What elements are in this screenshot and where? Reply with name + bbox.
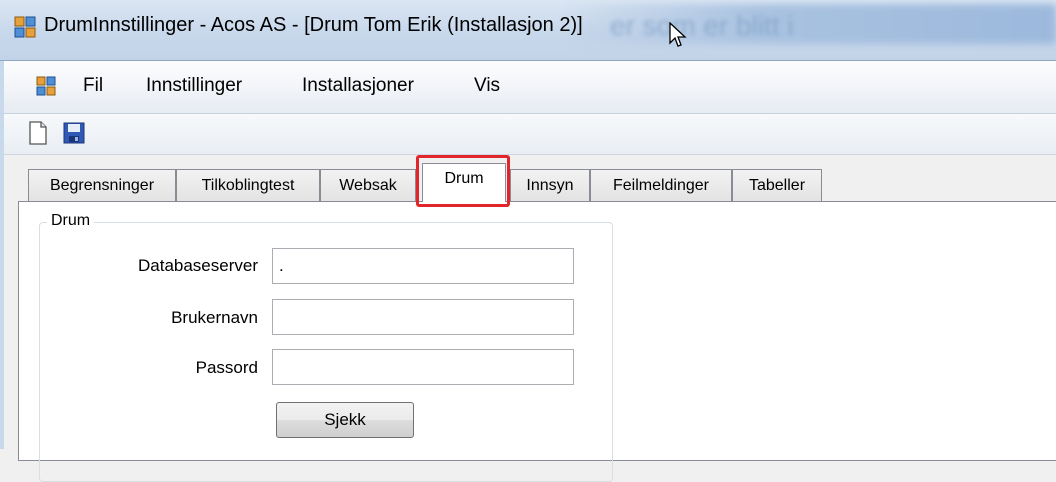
menu-bar: Fil Innstillinger Installasjoner Vis (0, 61, 1056, 114)
brukernavn-input[interactable] (272, 299, 574, 335)
brukernavn-label: Brukernavn (171, 308, 258, 327)
tab-highlight-box (416, 155, 510, 207)
app-icon (14, 16, 36, 38)
background-blurred-text: er som er blitt i (610, 10, 794, 41)
databaseserver-input[interactable] (272, 248, 574, 284)
menu-item-innstillinger[interactable]: Innstillinger (146, 75, 242, 97)
menu-item-vis[interactable]: Vis (474, 75, 500, 97)
tab-tilkoblingtest[interactable]: Tilkoblingtest (176, 169, 320, 201)
passord-label: Passord (195, 358, 258, 377)
tab-websak[interactable]: Websak (320, 169, 416, 201)
group-label: Drum (47, 212, 95, 230)
tab-begrensninger[interactable]: Begrensninger (28, 169, 176, 201)
title-bar: er som er blitt i DrumInnstillinger - Ac… (0, 0, 1056, 61)
window-title: DrumInnstillinger - Acos AS - [Drum Tom … (44, 14, 583, 36)
databaseserver-label: Databaseserver (137, 256, 258, 275)
sjekk-button[interactable]: Sjekk (276, 402, 414, 438)
mouse-cursor-icon (669, 22, 687, 47)
tab-innsyn[interactable]: Innsyn (510, 169, 590, 201)
tab-feilmeldinger[interactable]: Feilmeldinger (590, 169, 732, 201)
passord-input[interactable] (272, 349, 574, 385)
menu-item-installasjoner[interactable]: Installasjoner (302, 75, 414, 97)
toolbar (0, 114, 1056, 155)
save-icon[interactable] (62, 120, 86, 146)
system-menu-icon[interactable] (36, 76, 56, 96)
menu-item-fil[interactable]: Fil (83, 75, 103, 97)
new-document-icon[interactable] (26, 120, 50, 146)
tab-tabeller[interactable]: Tabeller (732, 169, 822, 201)
